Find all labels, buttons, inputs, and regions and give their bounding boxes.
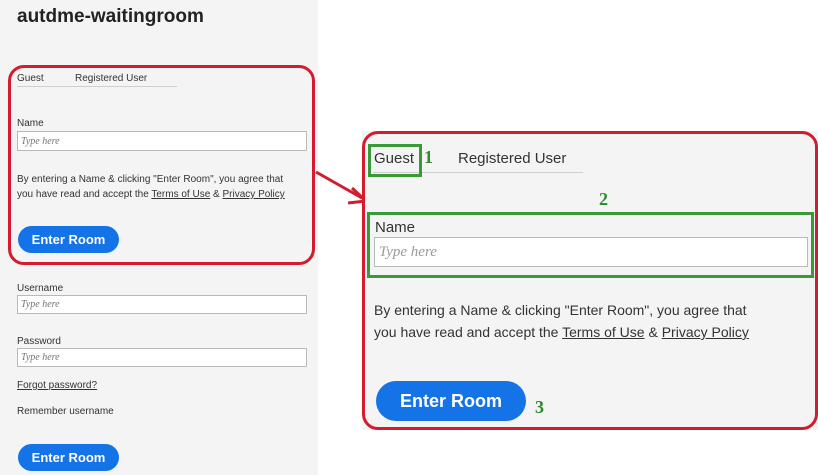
- username-input[interactable]: [17, 295, 307, 314]
- login-enter-room-button[interactable]: Enter Room: [18, 444, 119, 471]
- password-label: Password: [17, 336, 61, 347]
- password-input[interactable]: [17, 348, 307, 367]
- username-label: Username: [17, 283, 64, 294]
- forgot-password-link[interactable]: Forgot password?: [17, 380, 97, 391]
- callout-box-guest-form: [8, 65, 315, 265]
- remember-username-label[interactable]: Remember username: [17, 406, 114, 417]
- callout-box-zoomed: [362, 131, 818, 430]
- room-title: autdme-waitingroom: [17, 6, 204, 27]
